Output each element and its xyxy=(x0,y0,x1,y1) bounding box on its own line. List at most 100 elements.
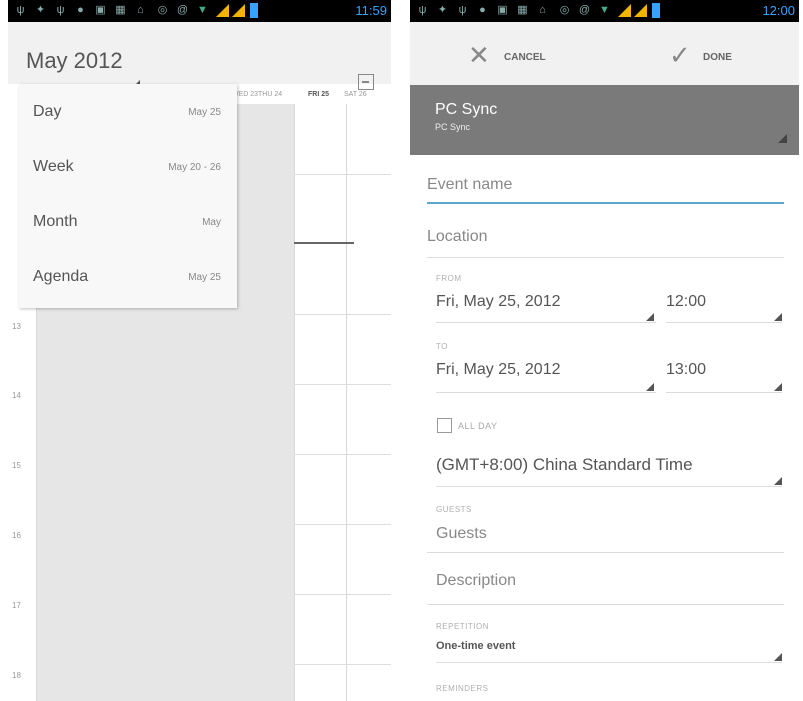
calendar-header: May 2012 xyxy=(8,22,391,90)
dropdown-arrow-icon xyxy=(646,313,654,321)
guests-label: GUESTS xyxy=(436,505,472,514)
timezone-underline xyxy=(436,486,782,487)
account-name: PC Sync xyxy=(435,101,498,118)
dropdown-arrow-icon xyxy=(774,653,782,661)
android-icon: ✦ xyxy=(437,4,448,16)
current-time-line xyxy=(294,242,354,244)
account-selector[interactable]: PC Sync PC Sync xyxy=(410,85,799,155)
dropdown-arrow-icon xyxy=(774,313,782,321)
grid-line xyxy=(294,524,391,525)
day-label-today: FRI 25 xyxy=(308,91,330,98)
battery-icon xyxy=(652,3,660,18)
usb-icon: ψ xyxy=(56,4,65,16)
grid-line xyxy=(294,384,391,385)
hour-label: 16 xyxy=(12,531,21,540)
at-icon: @ xyxy=(176,4,189,16)
grid-line xyxy=(294,594,391,595)
dropdown-arrow-icon xyxy=(774,477,782,485)
wifi-icon: ▼ xyxy=(197,4,208,16)
repetition-spinner[interactable]: One-time event xyxy=(436,640,515,652)
usb-icon: ψ xyxy=(458,4,467,16)
hour-label: 14 xyxy=(12,391,21,400)
description-field[interactable]: Description xyxy=(436,572,516,590)
grid-line xyxy=(294,314,391,315)
from-date-spinner[interactable]: Fri, May 25, 2012 xyxy=(436,293,561,311)
hour-label: 15 xyxy=(12,461,21,470)
network-icon: ⌂ xyxy=(137,4,144,16)
alarm-icon: ◎ xyxy=(157,4,168,16)
all-day-checkbox[interactable] xyxy=(437,418,452,433)
month-title[interactable]: May 2012 xyxy=(26,48,123,74)
event-name-underline xyxy=(427,202,784,204)
menu-item-label: Agenda xyxy=(33,268,89,285)
signal-icon xyxy=(216,4,229,17)
location-field[interactable]: Location xyxy=(427,228,488,246)
sync-icon: ● xyxy=(77,4,84,16)
menu-item-label: Week xyxy=(33,158,74,175)
dropdown-arrow-icon xyxy=(646,383,654,391)
dropdown-arrow-icon xyxy=(778,134,787,143)
signal-icon xyxy=(618,4,631,17)
grid-line xyxy=(294,104,295,701)
menu-item-month[interactable]: Month May xyxy=(19,196,237,250)
repetition-label: REPETITION xyxy=(436,622,490,631)
event-name-field[interactable]: Event name xyxy=(427,176,512,194)
location-underline xyxy=(427,257,784,258)
grid-line xyxy=(294,174,391,175)
image-icon: ▣ xyxy=(497,4,508,16)
status-time: 11:59 xyxy=(355,3,387,18)
alarm-icon: ◎ xyxy=(559,4,570,16)
message-icon: ▦ xyxy=(517,4,528,16)
sync-icon: ● xyxy=(479,4,486,16)
to-label: TO xyxy=(436,342,448,351)
menu-item-date: May 25 xyxy=(188,272,221,283)
action-bar: ✕ CANCEL ✓ DONE xyxy=(410,22,799,85)
menu-item-label: Day xyxy=(33,103,62,120)
battery-icon xyxy=(250,3,258,18)
guests-field[interactable]: Guests xyxy=(436,525,487,543)
calendar-screen: ψ ✦ ψ ● ▣ ▦ ⌂ ◎ @ ▼ 11:59 May 2012 WED 2… xyxy=(8,0,391,701)
day-label: THU 24 xyxy=(258,91,283,98)
usb-icon: ψ xyxy=(16,4,25,16)
guests-underline xyxy=(427,552,784,553)
repetition-underline xyxy=(436,662,782,663)
done-label: DONE xyxy=(703,52,732,63)
to-date-spinner[interactable]: Fri, May 25, 2012 xyxy=(436,361,561,379)
reminders-label: REMINDERS xyxy=(436,684,489,693)
menu-item-day[interactable]: Day May 25 xyxy=(19,86,237,140)
grid-line xyxy=(294,454,391,455)
menu-item-date: May 20 - 26 xyxy=(168,162,221,173)
done-button[interactable]: ✓ DONE xyxy=(605,22,799,85)
hour-label: 17 xyxy=(12,601,21,610)
to-time-underline xyxy=(666,392,782,393)
check-icon: ✓ xyxy=(669,40,691,70)
hour-label: 13 xyxy=(12,322,21,331)
network-icon: ⌂ xyxy=(539,4,546,16)
signal-icon xyxy=(232,4,245,17)
view-menu: Day May 25 Week May 20 - 26 Month May Ag… xyxy=(19,84,237,308)
to-time-spinner[interactable]: 13:00 xyxy=(666,361,706,379)
close-icon: ✕ xyxy=(468,40,490,70)
menu-item-label: Month xyxy=(33,213,78,230)
all-day-label: ALL DAY xyxy=(458,421,498,431)
cancel-label: CANCEL xyxy=(504,52,546,63)
account-sub: PC Sync xyxy=(435,122,471,132)
menu-item-week[interactable]: Week May 20 - 26 xyxy=(19,141,237,195)
menu-item-date: May xyxy=(202,217,221,228)
to-date-underline xyxy=(436,392,656,393)
hour-label: 18 xyxy=(12,671,21,680)
wifi-icon: ▼ xyxy=(599,4,610,16)
grid-line xyxy=(294,664,391,665)
dropdown-arrow-icon xyxy=(774,383,782,391)
usb-icon: ψ xyxy=(418,4,427,16)
timezone-spinner[interactable]: (GMT+8:00) China Standard Time xyxy=(436,455,693,475)
message-icon: ▦ xyxy=(115,4,126,16)
event-edit-screen: ψ ✦ ψ ● ▣ ▦ ⌂ ◎ @ ▼ 12:00 ✕ CANCEL ✓ DON… xyxy=(410,0,799,701)
signal-icon xyxy=(634,4,647,17)
day-label: SAT 26 xyxy=(344,91,367,98)
status-bar: ψ ✦ ψ ● ▣ ▦ ⌂ ◎ @ ▼ 12:00 xyxy=(410,0,799,22)
cancel-button[interactable]: ✕ CANCEL xyxy=(410,22,604,85)
grid-line xyxy=(346,104,347,701)
menu-item-agenda[interactable]: Agenda May 25 xyxy=(19,251,237,305)
from-time-spinner[interactable]: 12:00 xyxy=(666,293,706,311)
